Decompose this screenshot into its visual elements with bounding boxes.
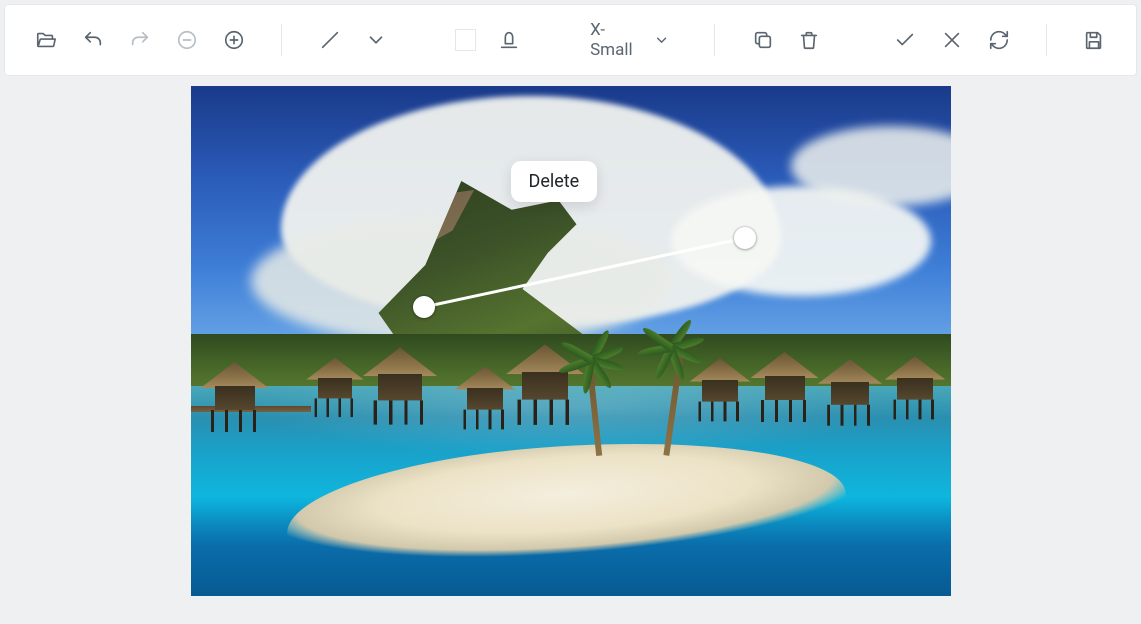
open-button[interactable]: [33, 26, 60, 54]
image-backdrop: [306, 358, 364, 399]
chevron-down-icon: [653, 31, 670, 49]
reset-button[interactable]: [985, 26, 1012, 54]
apply-button[interactable]: [892, 26, 919, 54]
toolbar-divider: [714, 24, 715, 56]
highlighter-button[interactable]: [496, 26, 523, 54]
highlighter-icon: [498, 29, 520, 51]
copy-button[interactable]: [749, 26, 776, 54]
context-menu-delete[interactable]: Delete: [529, 171, 580, 192]
image-backdrop: [817, 359, 882, 405]
folder-open-icon: [35, 29, 57, 51]
save-icon: [1083, 29, 1105, 51]
toolbar: X-Small: [4, 4, 1137, 76]
image-backdrop: [751, 352, 819, 400]
image-backdrop: [362, 348, 437, 401]
tool-dropdown-button[interactable]: [363, 26, 390, 54]
color-picker[interactable]: [455, 29, 476, 51]
line-tool-button[interactable]: [316, 26, 343, 54]
toolbar-divider: [1046, 24, 1047, 56]
zoom-out-button[interactable]: [174, 26, 201, 54]
line-icon: [319, 29, 341, 51]
image-canvas[interactable]: Delete: [191, 86, 951, 596]
rotate-icon: [988, 29, 1010, 51]
save-button[interactable]: [1081, 26, 1108, 54]
zoom-out-icon: [176, 29, 198, 51]
check-icon: [894, 29, 916, 51]
toolbar-divider: [281, 24, 282, 56]
image-backdrop: [643, 326, 703, 366]
thickness-label: X-Small: [590, 20, 645, 60]
image-backdrop: [884, 356, 945, 399]
undo-icon: [82, 29, 104, 51]
line-handle-start[interactable]: [413, 296, 435, 318]
image-backdrop: [563, 338, 623, 378]
canvas-area: Delete: [0, 80, 1141, 616]
zoom-in-button[interactable]: [220, 26, 247, 54]
redo-button[interactable]: [127, 26, 154, 54]
close-icon: [941, 29, 963, 51]
redo-icon: [129, 29, 151, 51]
image-backdrop: [201, 362, 269, 410]
copy-icon: [752, 29, 774, 51]
thickness-picker[interactable]: X-Small: [580, 20, 680, 60]
undo-button[interactable]: [80, 26, 107, 54]
delete-button[interactable]: [796, 26, 823, 54]
line-handle-end[interactable]: [734, 227, 756, 249]
chevron-down-icon: [365, 29, 387, 51]
zoom-in-icon: [223, 29, 245, 51]
context-menu: Delete: [511, 161, 598, 202]
cancel-button[interactable]: [938, 26, 965, 54]
trash-icon: [798, 29, 820, 51]
